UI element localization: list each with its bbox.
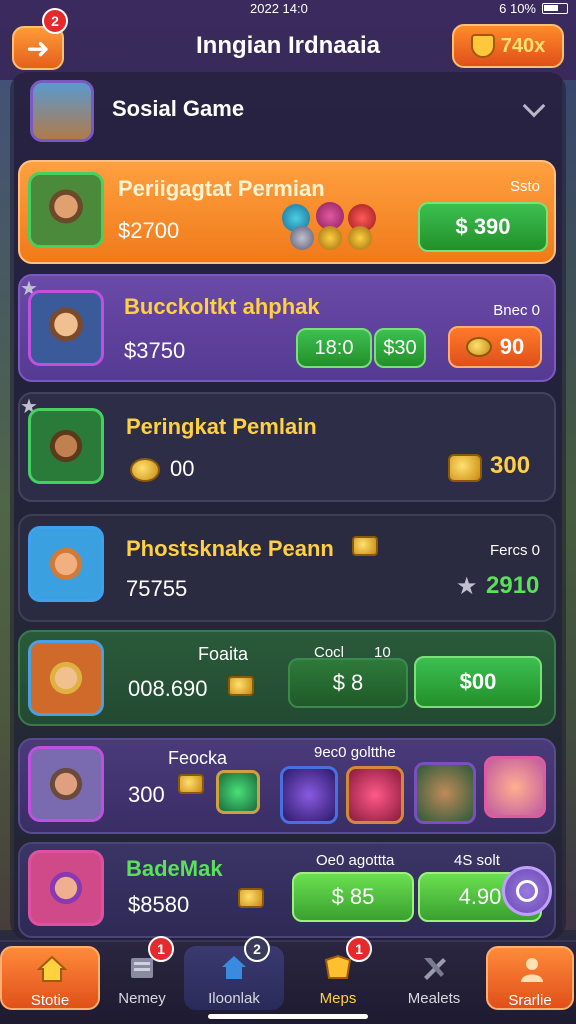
player-avatar [28, 408, 104, 484]
nav-label: Stotie [30, 992, 70, 1009]
nav-item-mealets[interactable]: Mealets [384, 946, 484, 1010]
card-tag: Fercs 0 [489, 542, 540, 559]
back-badge: 2 [42, 8, 68, 34]
player-name: Periigagtat Permian [118, 176, 325, 201]
nav-label: Nemey [118, 990, 166, 1007]
player-name: Phostsknake Peann [126, 536, 334, 561]
reward-value: 2910 [486, 572, 540, 599]
nav-badge: 1 [346, 936, 372, 962]
shield-icon [470, 34, 495, 58]
social-label: Sosial Game [112, 96, 245, 121]
star-icon: ★ [456, 573, 478, 600]
tools-icon [424, 958, 446, 980]
time-button[interactable]: 18:0 [296, 328, 372, 368]
home-icon [37, 955, 67, 982]
social-avatar [30, 80, 94, 142]
heart-icon [216, 770, 260, 814]
leaderboard-card-5[interactable]: Foaita 008.690 Cocl 10 $ 8 $00 [18, 630, 556, 726]
player-avatar [28, 640, 104, 716]
card-thumbnail[interactable] [280, 766, 338, 824]
chevron-down-icon[interactable] [522, 94, 546, 118]
house-icon [222, 956, 246, 979]
reward-value: 300 [490, 452, 531, 479]
coin-icon [465, 337, 492, 357]
player-avatar [28, 850, 104, 926]
card-thumbnail[interactable] [346, 766, 404, 824]
player-score: $2700 [118, 218, 180, 243]
nav-item-meps[interactable]: 1 Meps [288, 936, 388, 1010]
buy-button[interactable]: $ 390 [418, 202, 548, 252]
coin-icon [238, 888, 264, 908]
buy-button[interactable]: $00 [414, 656, 542, 708]
header: ➜ 2 Inngian Irdnaaia 740x [0, 8, 576, 70]
player-score: $3750 [124, 338, 186, 363]
coin-icon [228, 676, 254, 696]
bottom-nav: Stotie 1 Nemey 2 Iloonlak 1 Meps Mealets… [0, 936, 576, 1024]
coin-icon [178, 774, 204, 794]
player-score: 00 [170, 456, 195, 481]
home-indicator [208, 1014, 368, 1019]
player-score: 300 [128, 782, 165, 807]
nav-label: Iloonlak [208, 990, 260, 1007]
social-game-row[interactable]: Sosial Game [30, 78, 550, 142]
nav-item-nemey[interactable]: 1 Nemey [92, 936, 192, 1010]
player-name: Peringkat Pemlain [126, 414, 317, 439]
price-button[interactable]: $ 8 [288, 658, 408, 708]
card-tag: 4S solt [454, 852, 500, 869]
price-button[interactable]: $30 [374, 328, 426, 368]
card-tag: Ssto [509, 178, 540, 195]
reward-button[interactable]: 90 [448, 326, 542, 368]
floating-action-button[interactable] [502, 866, 552, 916]
player-name: Bucckoltkt ahphak [124, 294, 320, 319]
nav-badge: 2 [244, 936, 270, 962]
nav-label: Mealets [407, 990, 461, 1007]
price-button[interactable]: $ 85 [292, 872, 414, 922]
card-thumbnail[interactable] [414, 762, 476, 824]
player-name: Feocka [168, 748, 228, 768]
nav-label: Meps [319, 990, 357, 1007]
nav-item-srarlie[interactable]: Srarlie [486, 946, 574, 1010]
player-avatar [28, 526, 104, 602]
player-avatar [28, 746, 104, 822]
gem-icon [348, 226, 372, 250]
card-thumbnail[interactable] [484, 756, 546, 818]
leaderboard-card-7[interactable]: BadeMak $8580 Oe0 agottta 4S solt $ 85 4… [18, 842, 556, 938]
player-name: BadeMak [126, 856, 223, 881]
nav-badge: 1 [148, 936, 174, 962]
coin-balance-button[interactable]: 740x [452, 24, 564, 68]
cheese-icon [448, 454, 482, 482]
nav-item-iloonlak[interactable]: 2 Iloonlak [184, 936, 284, 1010]
card-tag: 9ec0 goltthe [314, 744, 396, 761]
leaderboard-card-1[interactable]: Periigagtat Permian $2700 Ssto $ 390 [18, 160, 556, 264]
profile-icon [521, 958, 543, 982]
battery-icon [542, 3, 568, 14]
card-tag: Bnec 0 [493, 302, 540, 319]
leaderboard-card-4[interactable]: Phostsknake Peann 75755 Fercs 0 ★ 2910 [18, 514, 556, 622]
coin-icon [352, 536, 378, 556]
leaderboard-card-3[interactable]: Peringkat Pemlain ★ 00 300 [18, 392, 556, 502]
gem-icon [318, 226, 342, 250]
card-tag: Oe0 agottta [316, 852, 395, 869]
leaderboard-card-2[interactable]: Bucckoltkt ahphak ★ $3750 Bnec 0 18:0 $3… [18, 274, 556, 382]
player-name: Foaita [198, 644, 249, 664]
reward-label: 90 [499, 334, 525, 359]
nav-item-stotie[interactable]: Stotie [0, 946, 100, 1010]
coin-balance: 740x [500, 34, 546, 57]
gem-icon [290, 226, 314, 250]
player-avatar [28, 290, 104, 366]
leaderboard-card-6[interactable]: Feocka 300 9ec0 goltthe [18, 738, 556, 834]
player-score: $8580 [128, 892, 190, 917]
nav-label: Srarlie [508, 992, 552, 1009]
player-score: 008.690 [128, 676, 208, 701]
coin-icon [130, 458, 160, 482]
player-avatar [28, 172, 104, 248]
player-score: 75755 [126, 576, 188, 601]
